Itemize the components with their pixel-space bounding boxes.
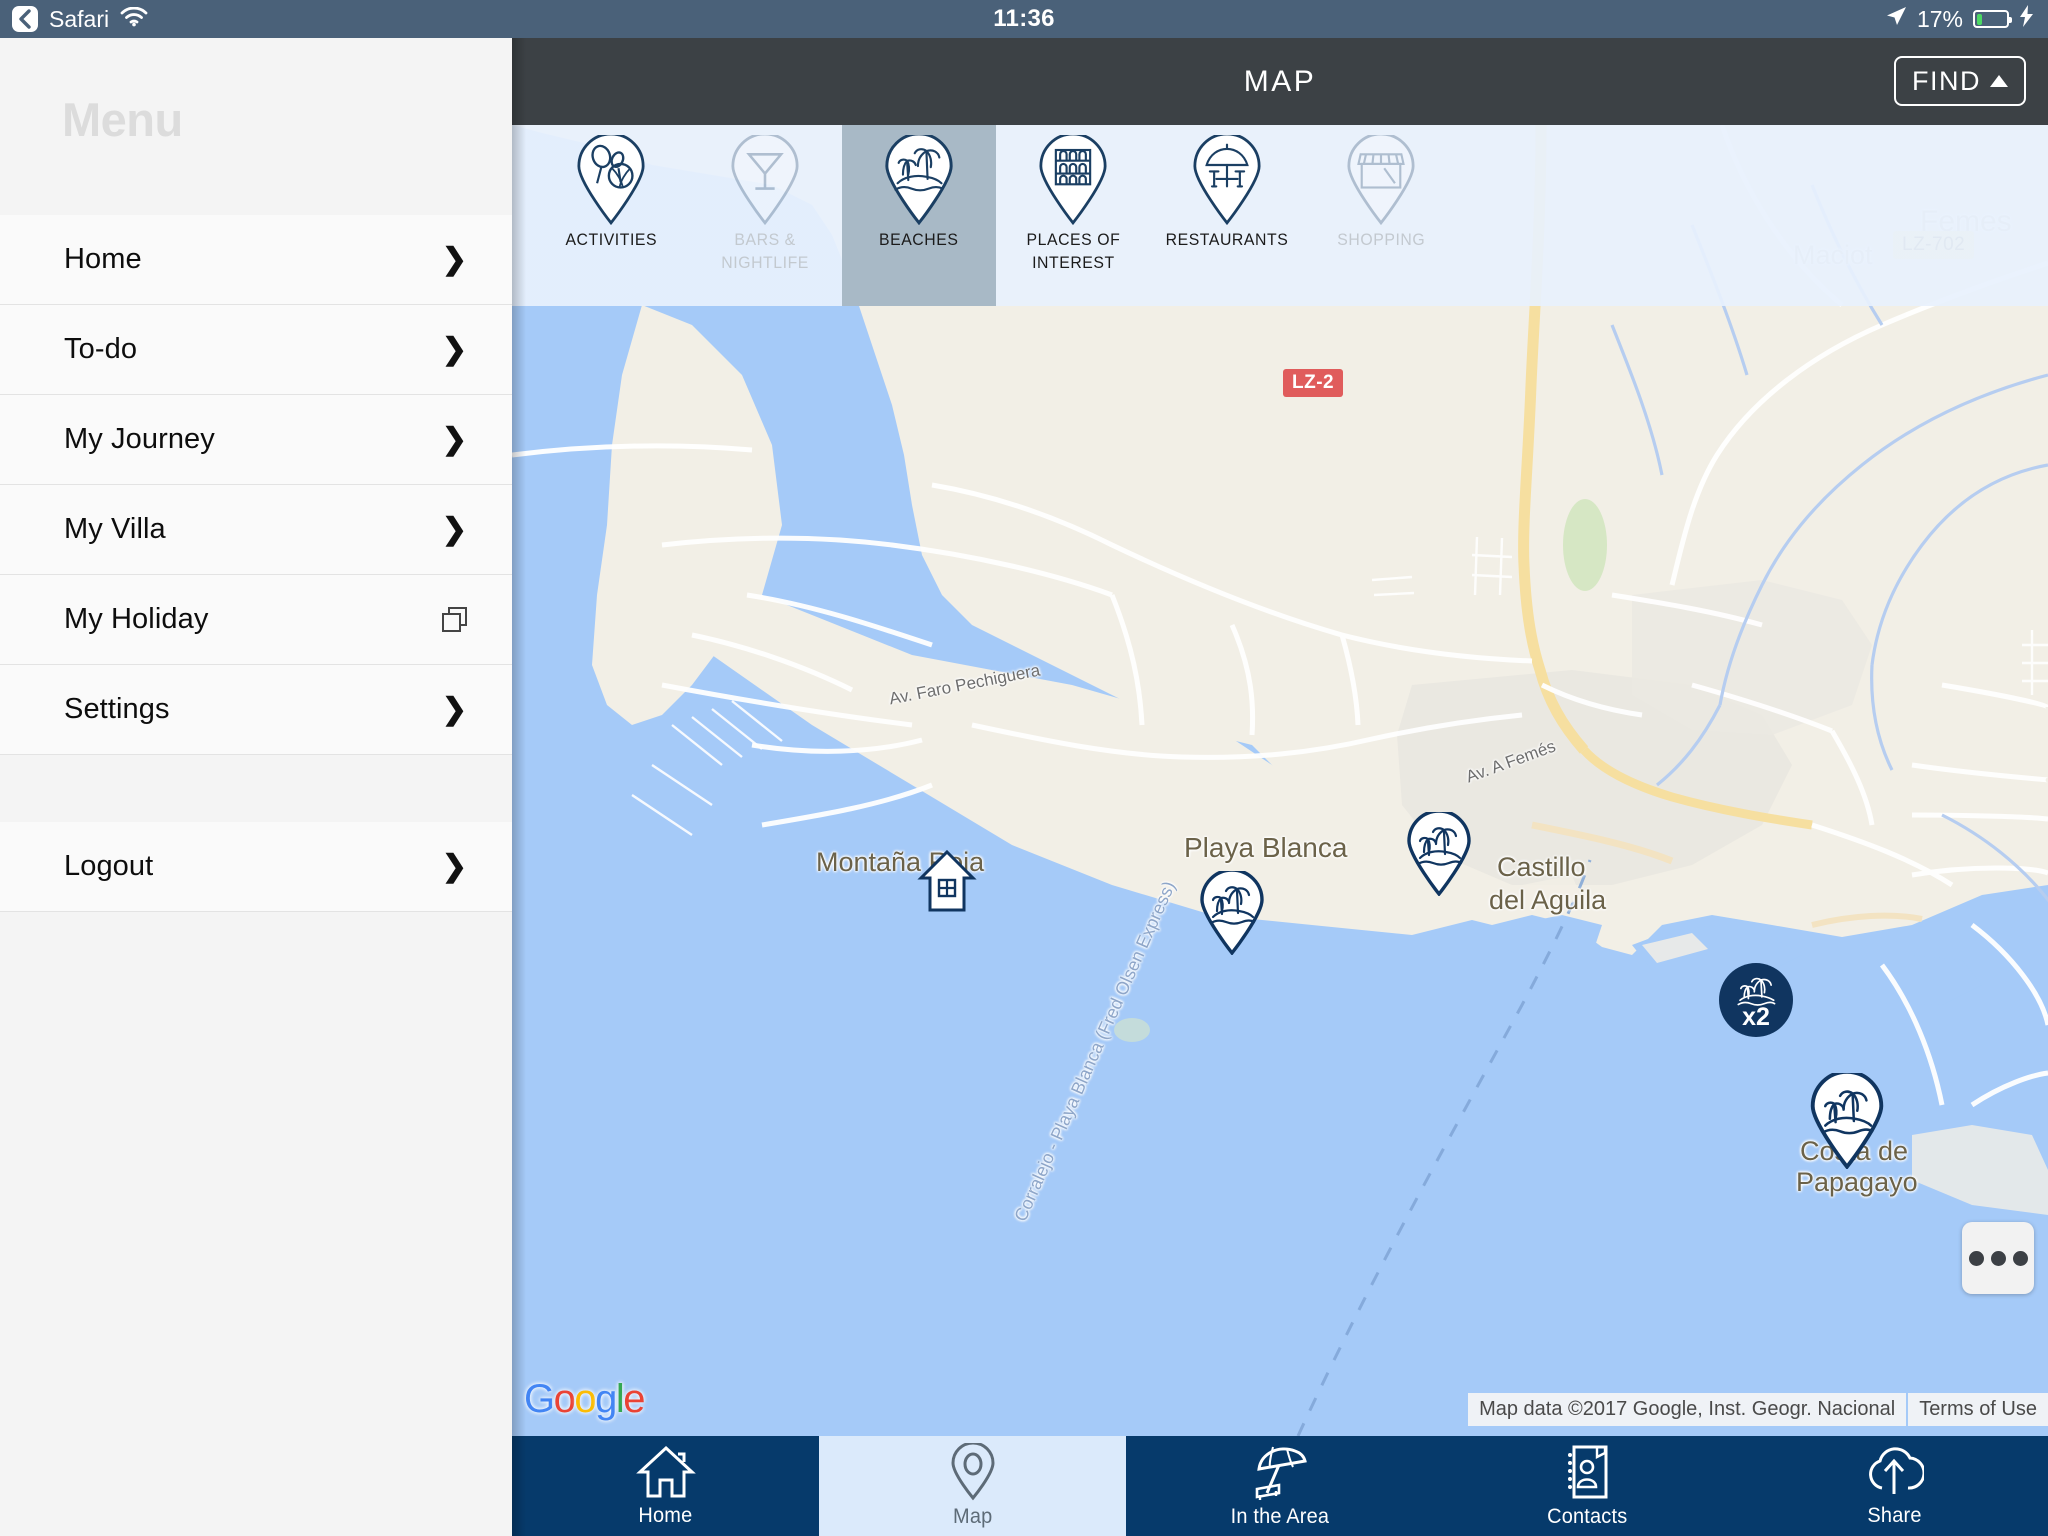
menu-item-label: My Journey bbox=[64, 423, 215, 455]
menu-item-my-holiday[interactable]: My Holiday bbox=[0, 575, 512, 665]
bottom-tab-bar: Home Map In the Area Contacts Share bbox=[512, 1436, 2048, 1536]
map-label-papagayo: Papagayo bbox=[1796, 1167, 1918, 1197]
menu-item-my-journey[interactable]: My Journey ❯ bbox=[0, 395, 512, 485]
chevron-right-icon: ❯ bbox=[441, 849, 467, 883]
tab-label: Home bbox=[638, 1504, 693, 1527]
tab-label: In the Area bbox=[1230, 1505, 1330, 1528]
tab-label: Contacts bbox=[1547, 1505, 1628, 1528]
map-label-del-aguila: del Aguila bbox=[1489, 885, 1607, 915]
map-data-attribution: Map data ©2017 Google, Inst. Geogr. Naci… bbox=[1468, 1393, 1907, 1426]
find-button[interactable]: FIND bbox=[1894, 56, 2026, 106]
tab-share[interactable]: Share bbox=[1741, 1436, 2048, 1536]
map-tiles bbox=[512, 125, 2048, 1436]
category-filter-bar: ACTIVITIES BARS & NIGHTLIFE BEACHES PLAC… bbox=[512, 125, 2048, 306]
menu-item-settings[interactable]: Settings ❯ bbox=[0, 665, 512, 755]
caret-up-icon bbox=[1990, 75, 2008, 87]
cluster-count-label: x2 bbox=[1742, 1002, 1770, 1031]
tab-in-the-area[interactable]: In the Area bbox=[1126, 1436, 1433, 1536]
home-marker-icon[interactable] bbox=[917, 848, 977, 918]
chevron-right-icon: ❯ bbox=[441, 242, 467, 276]
category-label: PLACES OF INTEREST bbox=[1026, 230, 1120, 272]
upload-icon bbox=[1864, 1444, 1925, 1500]
menu-item-todo[interactable]: To-do ❯ bbox=[0, 305, 512, 395]
google-logo: Google bbox=[524, 1377, 645, 1421]
category-label: RESTAURANTS bbox=[1165, 230, 1289, 249]
app-top-bar: MAP FIND bbox=[512, 38, 2048, 125]
category-label: BARS & NIGHTLIFE bbox=[721, 230, 809, 272]
bars-pin-icon bbox=[728, 132, 802, 226]
shop-pin-icon bbox=[1344, 132, 1418, 226]
restaurant-pin-icon bbox=[1190, 132, 1264, 226]
chevron-right-icon: ❯ bbox=[441, 512, 467, 546]
menu-title: Menu bbox=[62, 93, 183, 146]
side-menu: Menu Home ❯ To-do ❯ My Journey ❯ My Vill… bbox=[0, 38, 512, 1536]
menu-item-label: Home bbox=[64, 243, 142, 275]
map-label-playa-blanca: Playa Blanca bbox=[1184, 832, 1348, 863]
tab-label: Map bbox=[953, 1505, 993, 1528]
tab-contacts[interactable]: Contacts bbox=[1434, 1436, 1741, 1536]
menu-item-label: My Villa bbox=[64, 513, 166, 545]
category-bars-nightlife[interactable]: BARS & NIGHTLIFE bbox=[688, 125, 842, 306]
category-label: SHOPPING bbox=[1337, 230, 1425, 249]
home-icon bbox=[635, 1444, 696, 1500]
category-places-of-interest[interactable]: PLACES OF INTEREST bbox=[996, 125, 1150, 306]
battery-percent-label: 17% bbox=[1916, 5, 1963, 32]
page-title: MAP bbox=[1243, 65, 1317, 98]
tab-home[interactable]: Home bbox=[512, 1436, 819, 1536]
map-canvas[interactable]: Femes Maciot Montaña Roja Playa Blanca C… bbox=[512, 125, 2048, 1436]
menu-divider bbox=[0, 755, 512, 822]
category-label: ACTIVITIES bbox=[565, 230, 657, 249]
ios-status-bar: Safari 11:36 17% bbox=[0, 0, 2048, 38]
beach-cluster-icon[interactable]: x2 bbox=[1719, 963, 1793, 1037]
lightning-bolt-icon bbox=[2019, 5, 2034, 33]
beach-marker-icon[interactable] bbox=[1406, 809, 1472, 897]
beach-marker-icon[interactable] bbox=[1809, 1069, 1885, 1170]
menu-item-label: Logout bbox=[64, 850, 154, 882]
category-restaurants[interactable]: RESTAURANTS bbox=[1150, 125, 1304, 306]
menu-item-label: To-do bbox=[64, 333, 138, 365]
menu-item-logout[interactable]: Logout ❯ bbox=[0, 822, 512, 912]
category-activities[interactable]: ACTIVITIES bbox=[534, 125, 688, 306]
menu-item-label: My Holiday bbox=[64, 603, 209, 635]
more-dots-icon[interactable] bbox=[1962, 1222, 2034, 1294]
pin-icon bbox=[947, 1443, 999, 1501]
menu-item-home[interactable]: Home ❯ bbox=[0, 215, 512, 305]
menu-item-my-villa[interactable]: My Villa ❯ bbox=[0, 485, 512, 575]
map-attribution: Map data ©2017 Google, Inst. Geogr. Naci… bbox=[1468, 1393, 2048, 1426]
beach-pin-icon bbox=[882, 132, 956, 226]
terms-of-use-link[interactable]: Terms of Use bbox=[1908, 1393, 2048, 1426]
landmark-pin-icon bbox=[1036, 132, 1110, 226]
sidebar-shadow bbox=[512, 38, 526, 1536]
beach-marker-icon[interactable] bbox=[1199, 868, 1265, 956]
location-arrow-icon bbox=[1885, 5, 1907, 33]
map-label-castillo: Castillo bbox=[1497, 852, 1586, 882]
category-label: BEACHES bbox=[879, 230, 959, 249]
status-bar-right: 17% bbox=[1885, 5, 2048, 33]
battery-icon bbox=[1973, 10, 2012, 28]
contacts-icon bbox=[1561, 1443, 1613, 1501]
menu-item-label: Settings bbox=[64, 693, 170, 725]
copy-icon bbox=[442, 607, 467, 632]
find-label: FIND bbox=[1912, 65, 1981, 96]
chevron-right-icon: ❯ bbox=[441, 332, 467, 366]
tab-label: Share bbox=[1867, 1504, 1922, 1527]
category-shopping[interactable]: SHOPPING bbox=[1304, 125, 1458, 306]
menu-list: Home ❯ To-do ❯ My Journey ❯ My Villa ❯ M… bbox=[0, 215, 512, 912]
status-bar-clock: 11:36 bbox=[993, 5, 1055, 32]
chevron-right-icon: ❯ bbox=[441, 422, 467, 456]
category-beaches[interactable]: BEACHES bbox=[842, 125, 996, 306]
road-shield-lz2: LZ-2 bbox=[1283, 369, 1344, 397]
tab-map[interactable]: Map bbox=[819, 1436, 1127, 1536]
parasol-icon bbox=[1249, 1443, 1311, 1501]
activities-pin-icon bbox=[574, 132, 648, 226]
chevron-right-icon: ❯ bbox=[441, 692, 467, 726]
